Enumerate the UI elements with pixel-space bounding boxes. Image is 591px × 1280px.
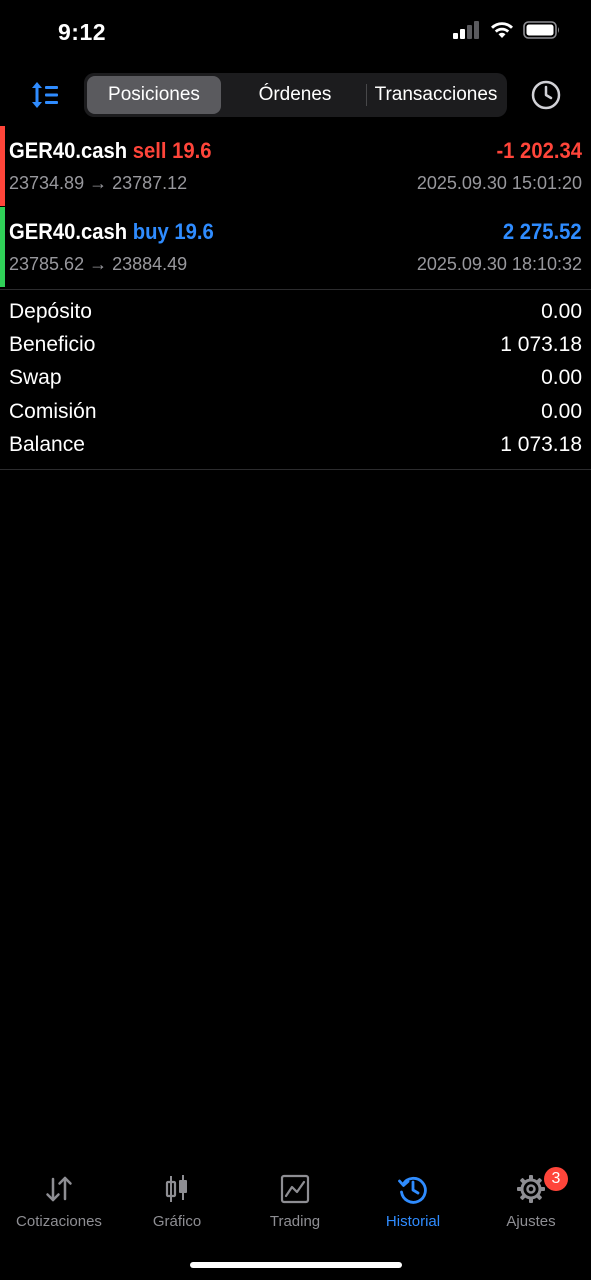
trade-row[interactable]: GER40.cash buy 19.6 2 275.52 23785.62 → … xyxy=(0,207,591,287)
buy-indicator-bar xyxy=(0,207,5,287)
trade-datetime: 2025.09.30 15:01:20 xyxy=(416,173,582,193)
signal-icon xyxy=(453,21,479,39)
summary-row-balance: Balance 1 073.18 xyxy=(0,429,591,462)
quotes-icon xyxy=(46,1176,72,1202)
summary-value: 0.00 xyxy=(541,400,582,423)
summary-value: 0.00 xyxy=(541,366,582,389)
chart-icon xyxy=(165,1175,187,1202)
open-price: 23734.89 xyxy=(9,173,85,193)
arrow-icon: → xyxy=(89,173,108,193)
summary-label: Comisión xyxy=(9,400,97,423)
tab-label: Cotizaciones xyxy=(16,1213,102,1230)
trade-side: sell 19.6 xyxy=(132,138,212,163)
summary-label: Swap xyxy=(9,366,62,389)
summary-row-swap: Swap 0.00 xyxy=(0,362,591,395)
status-bar: 9:12 xyxy=(0,0,591,62)
wifi-icon xyxy=(491,22,513,38)
battery-icon xyxy=(523,21,559,39)
summary-label: Beneficio xyxy=(9,333,96,356)
summary-value: 0.00 xyxy=(541,300,582,323)
history-icon xyxy=(398,1176,427,1204)
home-indicator xyxy=(190,1262,402,1268)
divider xyxy=(0,469,591,470)
divider xyxy=(0,289,591,290)
tab-historial[interactable]: Historial xyxy=(354,1170,472,1240)
trade-symbol-line: GER40.cash sell 19.6 xyxy=(9,138,212,164)
status-icons xyxy=(453,21,561,39)
trade-row[interactable]: GER40.cash sell 19.6 -1 202.34 23734.89 … xyxy=(0,126,591,206)
trade-datetime: 2025.09.30 18:10:32 xyxy=(416,254,582,274)
tab-trading[interactable]: Trading xyxy=(236,1170,354,1240)
clock-icon xyxy=(531,80,561,110)
summary-value: 1 073.18 xyxy=(500,433,582,456)
tab-label: Gráfico xyxy=(152,1213,202,1230)
tab-grafico[interactable]: Gráfico xyxy=(118,1170,236,1240)
notification-badge: 3 xyxy=(544,1167,568,1191)
sort-button[interactable] xyxy=(28,80,60,110)
trade-profit: 2 275.52 xyxy=(503,219,582,244)
summary-row-beneficio: Beneficio 1 073.18 xyxy=(0,329,591,362)
tab-posiciones[interactable]: Posiciones xyxy=(87,76,221,114)
summary-label: Depósito xyxy=(9,300,92,323)
segment-divider xyxy=(366,84,367,106)
close-price: 23884.49 xyxy=(112,254,188,274)
summary-row-comision: Comisión 0.00 xyxy=(0,396,591,429)
tab-label: Historial xyxy=(385,1213,441,1230)
close-price: 23787.12 xyxy=(112,173,188,193)
tab-ordenes[interactable]: Órdenes xyxy=(225,76,365,114)
trade-side: buy 19.6 xyxy=(132,219,214,244)
trade-prices: 23734.89 → 23787.12 xyxy=(9,173,187,194)
tab-ajustes[interactable]: 3 Ajustes xyxy=(472,1167,590,1240)
history-header: Posiciones Órdenes Transacciones xyxy=(0,72,591,118)
summary-label: Balance xyxy=(9,433,85,456)
sell-indicator-bar xyxy=(0,126,5,206)
status-time: 9:12 xyxy=(58,19,107,45)
arrow-icon: → xyxy=(89,254,108,274)
open-price: 23785.62 xyxy=(9,254,85,274)
summary-value: 1 073.18 xyxy=(500,333,582,356)
trade-prices: 23785.62 → 23884.49 xyxy=(9,254,187,275)
tab-transacciones[interactable]: Transacciones xyxy=(368,76,504,114)
trade-symbol: GER40.cash xyxy=(9,138,128,163)
gear-icon xyxy=(517,1175,545,1203)
trading-icon xyxy=(280,1174,310,1204)
segmented-control: Posiciones Órdenes Transacciones xyxy=(84,73,507,117)
trade-profit: -1 202.34 xyxy=(496,138,582,163)
trade-symbol-line: GER40.cash buy 19.6 xyxy=(9,219,214,245)
tab-label: Ajustes xyxy=(506,1213,556,1230)
trade-symbol: GER40.cash xyxy=(9,219,128,244)
tab-label: Trading xyxy=(269,1213,321,1230)
summary-row-deposito: Depósito 0.00 xyxy=(0,296,591,329)
tab-cotizaciones[interactable]: Cotizaciones xyxy=(0,1170,118,1240)
history-period-button[interactable] xyxy=(530,79,562,111)
sort-icon xyxy=(32,82,58,108)
